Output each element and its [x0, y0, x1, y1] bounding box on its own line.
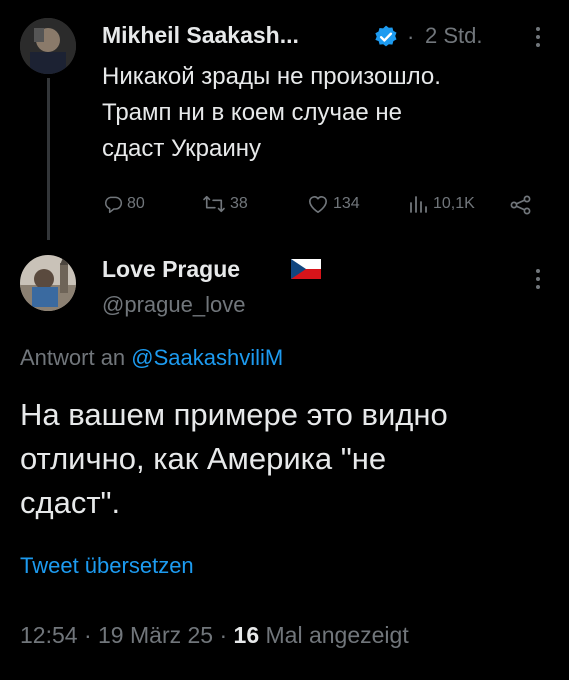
meta-separator: · [219, 622, 228, 648]
reply-text-line: отлично, как Америка "не [20, 441, 387, 476]
like-action[interactable]: 134 [307, 194, 360, 214]
tweet-date[interactable]: 19 März 25 [98, 622, 213, 648]
thread-line [47, 78, 50, 240]
reply-context: Antwort an @SaakashviliM [20, 345, 283, 371]
share-icon[interactable] [510, 195, 532, 215]
czech-flag-icon [291, 259, 321, 279]
separator-dot: · [407, 24, 415, 49]
reply-icon [103, 194, 123, 214]
reply-text-line: На вашем примере это видно [20, 397, 448, 432]
tweet-meta: 12:54 · 19 März 25 · 16 Mal angezeigt [20, 622, 409, 649]
parent-timestamp[interactable]: 2 Std. [425, 23, 482, 49]
tweet-time[interactable]: 12:54 [20, 622, 78, 648]
parent-avatar[interactable] [20, 18, 76, 74]
retweet-count: 38 [230, 195, 248, 212]
verified-badge-icon [373, 24, 399, 50]
more-options-icon[interactable] [534, 26, 542, 48]
more-options-icon[interactable] [534, 268, 542, 290]
reply-context-prefix: Antwort an [20, 345, 126, 370]
parent-text-line: сдаст Украину [102, 135, 262, 162]
retweet-action[interactable]: 38 [202, 194, 248, 214]
reply-count: 80 [127, 195, 145, 212]
heart-icon [307, 194, 329, 214]
meta-separator: · [83, 622, 92, 648]
parent-author-name[interactable]: Mikheil Saakash... [102, 22, 299, 49]
views-count: 10,1K [433, 195, 475, 212]
like-count: 134 [333, 195, 360, 212]
reply-avatar[interactable] [20, 255, 76, 311]
reply-to-link[interactable]: @SaakashviliM [131, 345, 283, 370]
translate-link[interactable]: Tweet übersetzen [20, 553, 194, 579]
parent-text-line: Трамп ни в коем случае не [102, 99, 403, 126]
view-count-label: Mal angezeigt [265, 622, 409, 648]
reply-author-name[interactable]: Love Prague [102, 256, 240, 283]
views-action[interactable]: 10,1K [408, 194, 475, 214]
parent-text-line: Никакой зрады не произошло. [102, 63, 441, 90]
retweet-icon [202, 194, 226, 214]
view-count: 16 [233, 622, 260, 648]
reply-handle[interactable]: @prague_love [102, 292, 245, 318]
views-chart-icon [408, 194, 428, 214]
reply-tweet-text: На вашем примере это видно отлично, как … [20, 393, 448, 525]
reply-action[interactable]: 80 [103, 194, 145, 214]
reply-text-line: сдаст". [20, 485, 121, 520]
parent-tweet-text: Никакой зрады не произошло. Трамп ни в к… [102, 59, 441, 167]
